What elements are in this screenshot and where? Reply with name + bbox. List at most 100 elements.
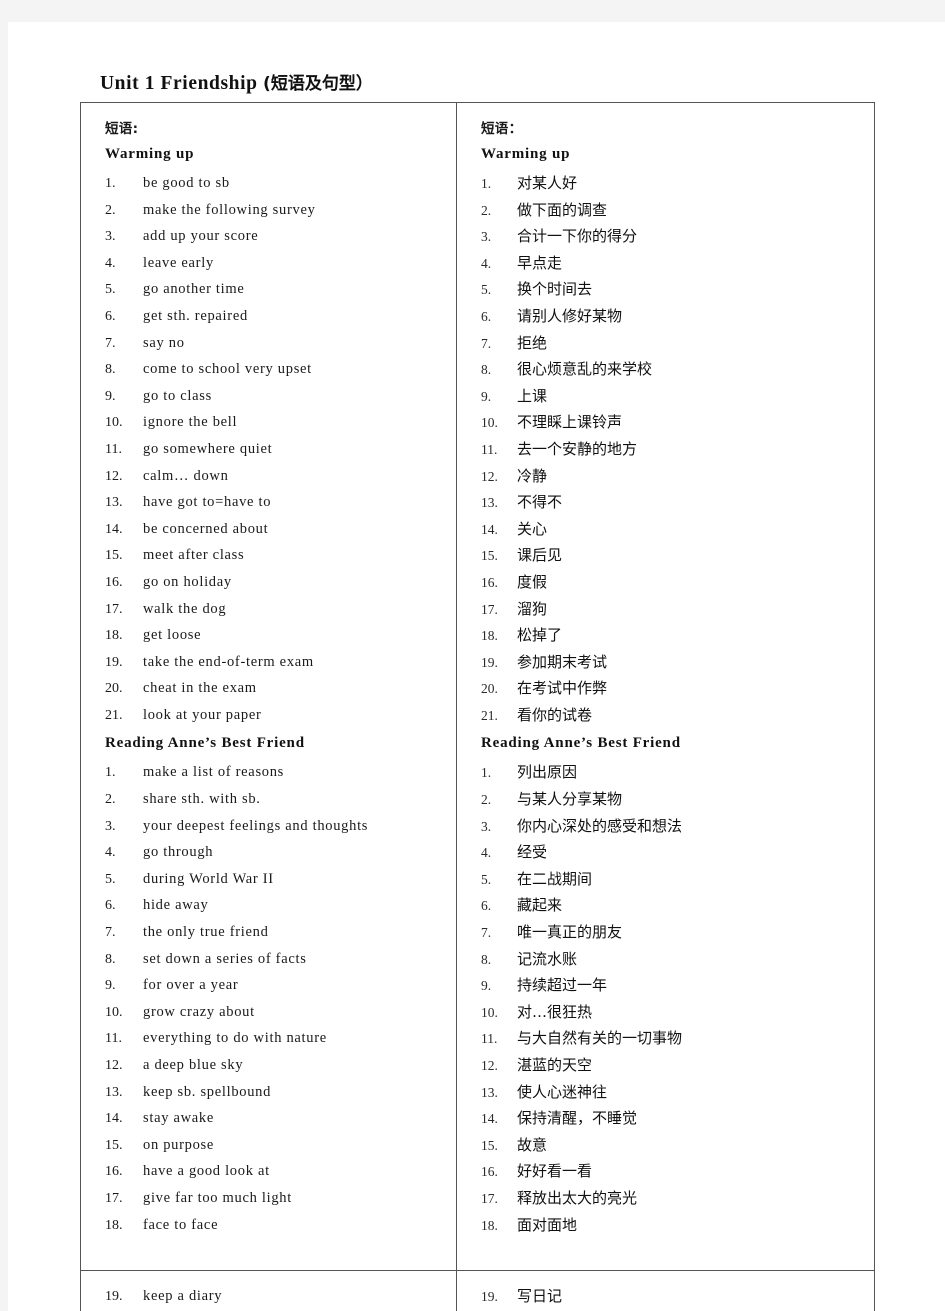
- vocab-item: 17. 溜狗: [481, 596, 864, 623]
- vocab-item-text: 好好看一看: [517, 1162, 593, 1181]
- vocab-item-number: 18.: [105, 628, 123, 644]
- vocab-item-text: ignore the bell: [143, 414, 238, 431]
- vocab-item-text: go somewhere quiet: [143, 440, 273, 457]
- heading-reading-zh: Reading Anne’s Best Friend: [481, 735, 681, 752]
- vocab-item: 10. 对…很狂热: [481, 999, 864, 1026]
- vocab-item-number: 15.: [481, 1137, 498, 1153]
- vocab-item: 12. calm… down: [105, 463, 446, 490]
- vocab-item: 14. 关心: [481, 516, 864, 543]
- vocab-item-text: 上课: [517, 386, 548, 405]
- vocab-item: 20. cheat in the exam: [105, 675, 446, 702]
- vocab-item-text: have a good look at: [143, 1163, 270, 1180]
- vocab-item: 15. 故意: [481, 1132, 864, 1159]
- vocab-item-number: 3.: [481, 818, 492, 834]
- vocab-item: 5. 换个时间去: [481, 276, 864, 303]
- vocab-item-text: hide away: [143, 897, 209, 914]
- vocab-item: 15. 课后见: [481, 542, 864, 569]
- vocab-item-number: 15.: [105, 1137, 123, 1153]
- vocab-item-text: make the following survey: [143, 201, 316, 218]
- vocab-item-number: 7.: [105, 925, 116, 941]
- vocab-item: 18. get loose: [105, 622, 446, 649]
- vocab-item-text: 拒绝: [517, 333, 548, 352]
- table-cell-chinese: 短语： Warming up 1. 对某人好 2. 做下面的调查 3. 合计一下你的得分 4…: [456, 101, 875, 1272]
- vocab-item-text: go to class: [143, 387, 212, 404]
- vocab-item-number: 12.: [481, 468, 498, 484]
- vocab-item: 1. be good to sb: [105, 170, 446, 197]
- vocab-item-number: 8.: [105, 362, 116, 378]
- vocab-item-text: 溜狗: [517, 599, 548, 618]
- vocab-item: 3. 合计一下你的得分: [481, 223, 864, 250]
- document-page: Unit 1 Friendship (短语及句型） 短语: Warming up…: [8, 22, 945, 1311]
- table-row-main: 短语: Warming up 1. be good to sb 2. make the…: [80, 101, 875, 1272]
- vocab-item: 4. 早点走: [481, 250, 864, 277]
- vocab-item-text: 对某人好: [517, 174, 578, 192]
- vocab-item-text: everything to do with nature: [143, 1030, 327, 1047]
- vocab-item-number: 10.: [105, 1004, 123, 1020]
- vocab-item-number: 18.: [481, 1217, 498, 1233]
- vocab-item-text: 在考试中作弊: [517, 679, 608, 698]
- vocab-item-number: 6.: [105, 898, 116, 914]
- vocab-item-number: 16.: [481, 574, 498, 590]
- list-reading-en: 1. make a list of reasons 2. share sth. wit…: [105, 759, 446, 1238]
- vocab-item: 13. 使人心迷神往: [481, 1079, 864, 1106]
- vocab-item-text: 保持清醒，不睡觉: [517, 1109, 638, 1128]
- vocab-item-number: 12.: [105, 468, 123, 484]
- vocab-item-text: 关心: [517, 519, 548, 538]
- vocab-item-number: 1.: [105, 765, 116, 781]
- vocab-item-number: 21.: [105, 707, 123, 723]
- vocab-item: 6. 藏起来: [481, 892, 864, 919]
- vocab-item-number: 14.: [105, 521, 123, 537]
- vocab-item: 5. go another time: [105, 276, 446, 303]
- vocab-item-number: 10.: [481, 415, 498, 431]
- vocab-item: 9. go to class: [105, 383, 446, 410]
- vocab-item-number: 5.: [105, 282, 116, 298]
- vocab-item-number: 17.: [105, 1190, 123, 1206]
- vocab-item-number: 10.: [481, 1004, 498, 1020]
- vocab-item-number: 1.: [481, 176, 492, 191]
- vocab-item-number: 19.: [481, 1289, 498, 1305]
- vocab-item: 8. set down a series of facts: [105, 946, 446, 973]
- vocab-item: 11. 与大自然有关的一切事物: [481, 1025, 864, 1052]
- vocab-item-number: 11.: [105, 1031, 122, 1047]
- vocab-item-number: 8.: [481, 362, 492, 378]
- vocab-item-text: be good to sb: [143, 175, 230, 191]
- vocab-item-number: 6.: [481, 898, 492, 914]
- cell-bottom-spacer-zh: [481, 1238, 864, 1254]
- vocab-item-number: 16.: [105, 1164, 123, 1180]
- vocab-item: 5. 在二战期间: [481, 866, 864, 893]
- heading-warming-up-zh: Warming up: [481, 146, 571, 162]
- vocab-item: 19. take the end-of-term exam: [105, 649, 446, 676]
- vocab-item-text: 做下面的调查: [517, 200, 608, 219]
- vocab-item: 1. 对某人好: [481, 170, 864, 197]
- vocab-item: 9. 持续超过一年: [481, 972, 864, 999]
- vocab-item: 19. 参加期末考试: [481, 649, 864, 676]
- vocab-item-text: during World War II: [143, 870, 274, 887]
- vocab-item-number: 4.: [105, 255, 116, 271]
- vocab-item: 19. keep a diary: [105, 1283, 446, 1310]
- vocab-item-number: 2.: [105, 792, 116, 808]
- vocab-item-text: keep sb. spellbound: [143, 1083, 272, 1100]
- vocab-item-text: get loose: [143, 627, 202, 644]
- vocab-item: 7. say no: [105, 330, 446, 357]
- vocabulary-table: 短语: Warming up 1. be good to sb 2. make the…: [80, 101, 875, 1311]
- vocab-item-text: your deepest feelings and thoughts: [143, 817, 369, 834]
- vocab-item-number: 13.: [105, 1084, 123, 1100]
- vocab-item-text: cheat in the exam: [143, 680, 257, 697]
- vocab-item-number: 8.: [481, 951, 492, 967]
- vocab-item: 13. have got to=have to: [105, 489, 446, 516]
- vocab-item-text: 面对面地: [517, 1215, 578, 1234]
- vocab-item-text: leave early: [143, 254, 214, 271]
- vocab-item-number: 17.: [481, 1190, 498, 1206]
- vocab-item: 3. add up your score: [105, 223, 446, 250]
- vocab-item: 6. 请别人修好某物: [481, 303, 864, 330]
- vocab-item-text: 记流水账: [517, 949, 578, 968]
- vocab-item-number: 9.: [105, 388, 116, 404]
- vocab-item-number: 14.: [105, 1111, 123, 1127]
- vocab-item-text: 换个时间去: [517, 280, 593, 299]
- vocab-item: 21. 看你的试卷: [481, 702, 864, 729]
- vocab-item-number: 13.: [105, 495, 123, 511]
- vocab-item: 1. 列出原因: [481, 759, 864, 786]
- vocab-item: 15. meet after class: [105, 542, 446, 569]
- vocab-item-text: face to face: [143, 1216, 219, 1233]
- vocab-item-text: come to school very upset: [143, 361, 312, 378]
